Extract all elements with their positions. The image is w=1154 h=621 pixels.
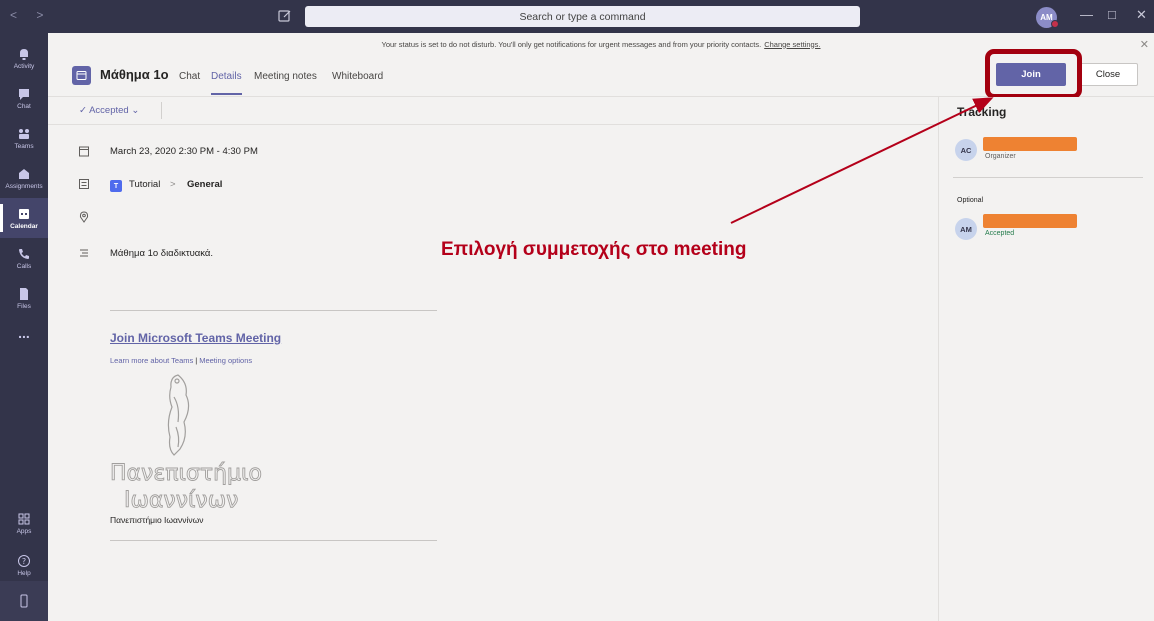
description-icon [80,249,88,257]
logo-line-2: Ιωαννίνων [124,488,238,513]
channel-icon [79,179,89,189]
rsvp-bar: ✓ Accepted ⌄ [48,97,938,125]
rail-label: Calendar [10,222,38,230]
attendee-status: Accepted [985,230,1015,237]
search-input[interactable]: Search or type a command [305,6,860,27]
join-highlight-box [985,49,1082,99]
change-settings-link[interactable]: Change settings. [764,40,820,49]
phone-icon [19,248,29,259]
meeting-options-link[interactable]: Meeting options [199,356,252,365]
divider [953,177,1143,178]
banner-text: Your status is set to do not disturb. Yo… [381,39,762,49]
rail-label: Teams [14,142,34,150]
rail-assignments[interactable]: Assignments [0,158,48,198]
rail-apps[interactable]: Apps [0,503,48,543]
rail-label: Help [17,569,31,577]
join-teams-meeting-link[interactable]: Join Microsoft Teams Meeting [110,331,281,345]
tab-chat[interactable]: Chat [179,71,200,82]
rail-calls[interactable]: Calls [0,238,48,278]
channel-name[interactable]: General [187,179,222,190]
rail-calendar[interactable]: Calendar [0,198,48,238]
optional-label: Optional [957,197,984,204]
separator-bottom [110,540,437,541]
compose-icon[interactable] [277,8,293,24]
assignments-icon [19,168,29,179]
maximize-icon[interactable]: □ [1108,7,1116,22]
rsvp-dropdown[interactable]: ✓ Accepted ⌄ [79,105,139,116]
annotation-label: Επιλογή συμμετοχής στο meeting [441,239,747,260]
rail-mobile[interactable] [0,581,48,621]
tracking-panel: Tracking AC Organizer Optional AM Accept… [938,97,1154,621]
meeting-sublinks: Learn more about Teams | Meeting options [110,356,253,365]
team-badge: T [110,180,122,192]
tracking-title: Tracking [957,105,1007,119]
rail-teams[interactable]: Teams [0,118,48,158]
rail-help[interactable]: ? Help [0,545,48,585]
close-button[interactable]: Close [1078,63,1138,86]
learn-more-link[interactable]: Learn more about Teams [110,356,193,365]
help-icon: ? [18,554,30,567]
breadcrumb-chevron: > [170,179,176,190]
attendee-avatar[interactable]: AM [955,218,977,240]
meeting-icon [72,66,91,85]
dnd-status-icon [1051,20,1059,28]
close-window-icon[interactable]: ✕ [1136,7,1147,23]
university-logo: Πανεπιστήμιο Ιωαννίνων [110,374,262,513]
team-name[interactable]: Tutorial [129,179,160,190]
apps-icon [18,513,30,524]
separator-top [110,310,437,311]
rail-activity[interactable]: Activity [0,38,48,78]
rail-label: Activity [13,62,35,70]
mobile-icon [20,594,28,608]
university-name: Πανεπιστήμιο Ιωαννίνων [110,515,204,525]
file-icon [20,287,28,300]
rail-label: Calls [16,262,32,270]
nav-arrows[interactable]: < > [10,8,51,22]
attendee-initials: AM [960,224,972,234]
app-rail: Activity Chat Teams Assignments Calendar… [0,33,48,621]
rail-files[interactable]: Files [0,278,48,318]
tab-whiteboard[interactable]: Whiteboard [332,71,383,82]
organizer-name-redacted [983,137,1077,151]
chat-icon [19,88,29,100]
location-icon [79,211,89,223]
calendar-icon [19,208,29,219]
calendar-icon [79,146,89,157]
divider [161,102,162,119]
rsvp-value: Accepted [89,105,129,116]
bell-icon [20,48,28,60]
tab-meeting-notes[interactable]: Meeting notes [254,71,317,82]
svg-text:?: ? [22,557,26,566]
tab-details[interactable]: Details [211,71,242,95]
organizer-role: Organizer [985,153,1016,160]
title-bar: < > Search or type a command AM — □ ✕ [0,0,1154,33]
more-icon: ... [18,325,30,341]
search-placeholder: Search or type a command [519,10,646,23]
meeting-datetime: March 23, 2020 2:30 PM - 4:30 PM [110,146,258,157]
rail-label: Chat [17,102,31,110]
logo-line-1: Πανεπιστήμιο [110,461,262,486]
rail-more[interactable]: ... [0,313,48,353]
minimize-icon[interactable]: — [1080,7,1093,22]
rail-label: Apps [16,527,32,535]
banner-close-icon[interactable]: ✕ [1140,38,1149,51]
organizer-avatar[interactable]: AC [955,139,977,161]
rail-label: Files [17,302,31,310]
meeting-title: Μάθημα 1ο [100,67,169,82]
teams-icon [19,128,29,139]
meeting-description: Μάθημα 1ο διαδικτυακά. [110,248,214,259]
attendee-name-redacted [983,214,1077,228]
organizer-initials: AC [960,145,972,155]
rail-label: Assignments [5,182,43,190]
rail-chat[interactable]: Chat [0,78,48,118]
